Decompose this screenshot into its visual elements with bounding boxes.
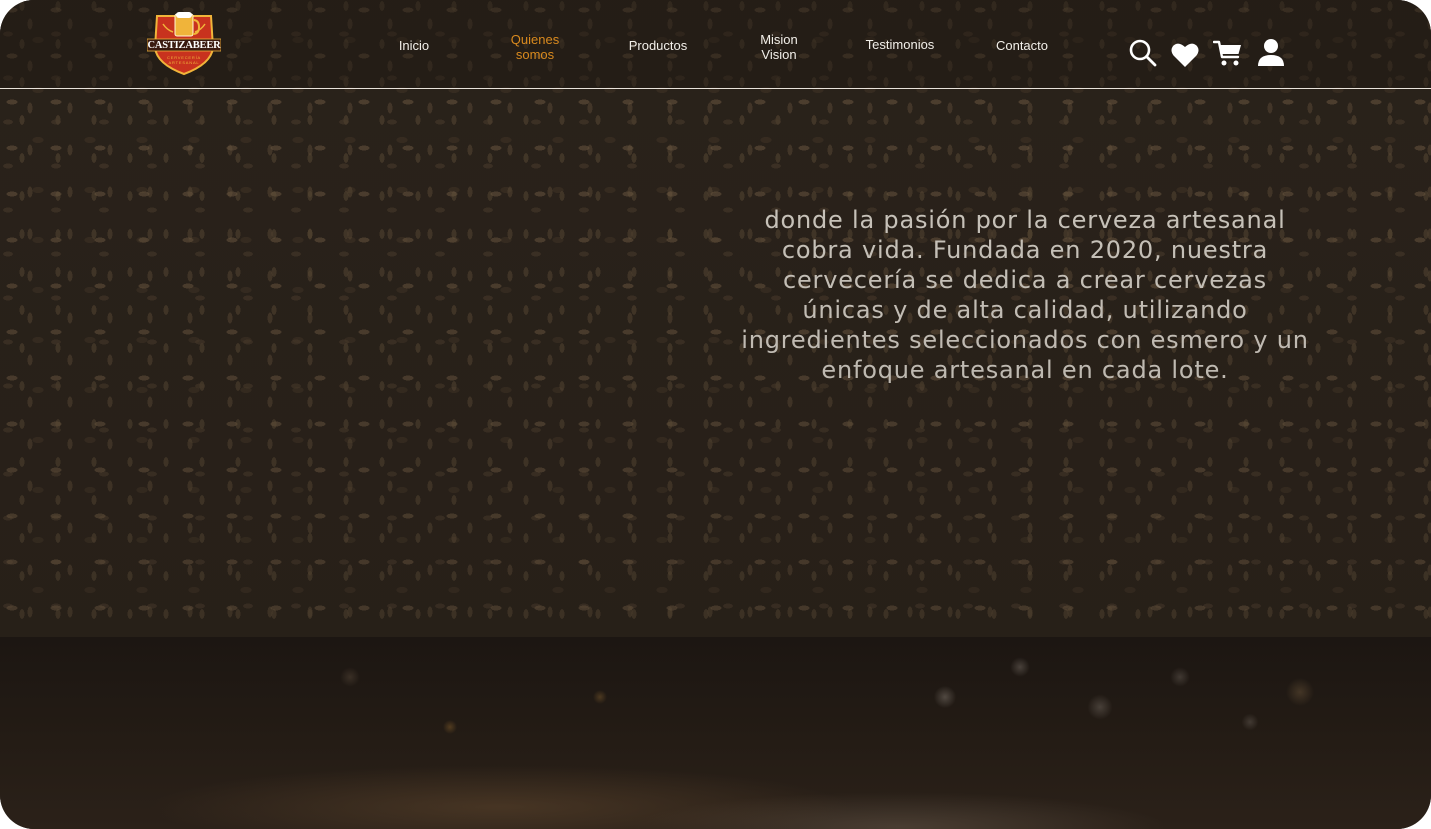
heart-icon[interactable] — [1170, 40, 1200, 70]
brand-logo[interactable]: CASTIZABEER CERVECERÍA ARTESANAL — [146, 10, 222, 76]
cart-icon[interactable] — [1212, 38, 1243, 68]
nav-inicio-label: Inicio — [398, 38, 430, 53]
user-icon[interactable] — [1256, 37, 1286, 67]
page-frame: donde la pasión por la cerveza artesanal… — [0, 0, 1431, 829]
nav-productos-label: Productos — [628, 38, 688, 53]
nav-mision-line2: Vision — [761, 47, 797, 62]
nav-quienes-somos[interactable]: Quienes somos — [498, 32, 572, 62]
nav-contacto-label: Contacto — [995, 38, 1049, 53]
site-header: CASTIZABEER CERVECERÍA ARTESANAL Inicio … — [0, 0, 1431, 89]
hero-description: donde la pasión por la cerveza artesanal… — [741, 206, 1309, 384]
nav-mision-line1: Mision — [760, 32, 798, 47]
nav-productos[interactable]: Productos — [612, 38, 704, 53]
brand-tagline: CERVECERÍA ARTESANAL — [167, 55, 201, 65]
hero-section: donde la pasión por la cerveza artesanal… — [0, 0, 1431, 637]
nav-inicio[interactable]: Inicio — [385, 38, 443, 53]
nav-quienes-line2: somos — [515, 47, 555, 62]
bar-background-section — [0, 637, 1431, 829]
search-icon[interactable] — [1128, 38, 1158, 68]
nav-testimonios-label: Testimonios — [865, 37, 935, 52]
nav-testimonios[interactable]: Testimonios — [850, 37, 950, 52]
nav-quienes-line1: Quienes — [510, 32, 560, 47]
nav-mision-vision[interactable]: Mision Vision — [744, 32, 814, 62]
brand-name: CASTIZABEER — [147, 40, 221, 51]
nav-contacto[interactable]: Contacto — [980, 38, 1064, 53]
